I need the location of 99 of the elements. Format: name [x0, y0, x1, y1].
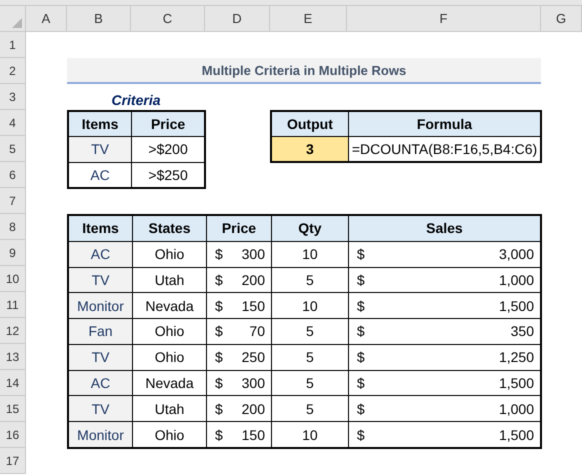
sales-value: 1,250	[498, 349, 534, 366]
currency-symbol: $	[214, 400, 223, 417]
table-cell: Ohio	[133, 344, 206, 370]
table-cell: 5	[272, 396, 348, 422]
price-value: 150	[242, 298, 265, 314]
sales-value: 1,500	[498, 298, 534, 314]
currency-symbol: $	[214, 375, 223, 392]
table-cell: TV	[69, 396, 132, 422]
header-cell: Items	[69, 112, 132, 136]
currency-symbol: $	[214, 298, 223, 314]
table-cell: Utah	[133, 396, 206, 422]
row-header[interactable]: 4	[0, 110, 26, 136]
column-header[interactable]: B	[67, 6, 131, 32]
table-cell: Ohio	[133, 422, 206, 447]
currency-symbol: $	[356, 400, 365, 417]
currency-symbol: $	[356, 349, 365, 366]
table-cell: AC	[69, 242, 132, 267]
table-cell: Ohio	[133, 242, 206, 267]
currency-symbol: $	[214, 349, 223, 366]
table-cell: Nevada	[133, 293, 206, 318]
price-value: 200	[242, 400, 265, 417]
column-header[interactable]: A	[26, 6, 67, 32]
price-value: 250	[242, 349, 265, 366]
column-header[interactable]: F	[347, 6, 541, 32]
criteria-label: Criteria	[110, 91, 162, 110]
select-all-corner[interactable]	[0, 6, 26, 32]
table-cell: Utah	[133, 268, 206, 292]
sales-value: 350	[510, 323, 534, 340]
currency-symbol: $	[214, 323, 223, 340]
table-cell: 10	[272, 242, 348, 267]
row-header[interactable]: 7	[0, 188, 26, 214]
header-cell: Price	[132, 112, 204, 136]
header-cell: Sales	[348, 216, 540, 241]
row-header[interactable]: 5	[0, 136, 26, 162]
column-header[interactable]: C	[131, 6, 205, 32]
column-header[interactable]: D	[205, 6, 270, 32]
currency-symbol: $	[356, 426, 365, 443]
sales-value: 1,000	[498, 272, 534, 288]
table-cell: >$250	[132, 162, 204, 187]
header-cell: Qty	[272, 216, 348, 241]
table-cell: >$200	[132, 137, 204, 162]
table-cell: Monitor	[69, 293, 132, 318]
sales-value: 3,000	[498, 246, 534, 262]
row-header[interactable]: 14	[0, 370, 26, 396]
row-header[interactable]: 3	[0, 84, 26, 110]
column-header[interactable]: G	[541, 6, 582, 32]
row-header[interactable]: 15	[0, 396, 26, 422]
table-cell: Nevada	[133, 370, 206, 396]
row-header[interactable]: 8	[0, 214, 26, 240]
table-cell: AC	[69, 162, 132, 187]
corner-triangle-icon	[12, 18, 22, 28]
currency-symbol: $	[356, 272, 365, 288]
table-cell: TV	[69, 344, 132, 370]
header-cell: States	[133, 216, 206, 241]
sales-value: 1,000	[498, 400, 534, 417]
sales-value: 1,500	[498, 375, 534, 392]
formula-cell: =DCOUNTA(B8:F16,5,B4:C6)	[348, 137, 540, 161]
table-cell: 5	[272, 344, 348, 370]
table-cell: 5	[272, 370, 348, 396]
header-cell: Output	[272, 112, 348, 136]
header-cell: Price	[206, 216, 271, 241]
price-value: 300	[242, 246, 265, 262]
row-header[interactable]: 10	[0, 266, 26, 292]
table-cell: 5	[272, 268, 348, 292]
currency-symbol: $	[214, 426, 223, 443]
row-header[interactable]: 6	[0, 162, 26, 188]
table-cell: TV	[69, 137, 132, 162]
column-header[interactable]: E	[270, 6, 347, 32]
currency-symbol: $	[356, 298, 365, 314]
row-header[interactable]: 9	[0, 240, 26, 266]
header-cell: Items	[69, 216, 132, 241]
table-cell: AC	[69, 370, 132, 396]
output-cell: 3	[272, 137, 348, 161]
price-value: 70	[249, 323, 265, 340]
currency-symbol: $	[356, 246, 365, 262]
table-cell: 10	[272, 293, 348, 318]
table-cell: Ohio	[133, 319, 206, 344]
currency-symbol: $	[214, 272, 223, 288]
currency-symbol: $	[214, 246, 223, 262]
table-cell: TV	[69, 268, 132, 292]
row-header[interactable]: 16	[0, 422, 26, 448]
table-cell: 10	[272, 422, 348, 447]
price-value: 300	[242, 375, 265, 392]
table-cell: Monitor	[69, 422, 132, 447]
table-cell: 5	[272, 319, 348, 344]
price-value: 200	[242, 272, 265, 288]
header-cell: Formula	[348, 112, 540, 136]
row-header[interactable]: 1	[0, 32, 26, 58]
sheet-title: Multiple Criteria in Multiple Rows	[67, 58, 541, 84]
currency-symbol: $	[356, 323, 365, 340]
table-cell: Fan	[69, 319, 132, 344]
row-header[interactable]: 17	[0, 448, 26, 474]
price-value: 150	[242, 426, 265, 443]
row-header[interactable]: 11	[0, 292, 26, 318]
row-header[interactable]: 2	[0, 58, 26, 84]
currency-symbol: $	[356, 375, 365, 392]
sales-value: 1,500	[498, 426, 534, 443]
row-header[interactable]: 13	[0, 344, 26, 370]
row-header[interactable]: 12	[0, 318, 26, 344]
